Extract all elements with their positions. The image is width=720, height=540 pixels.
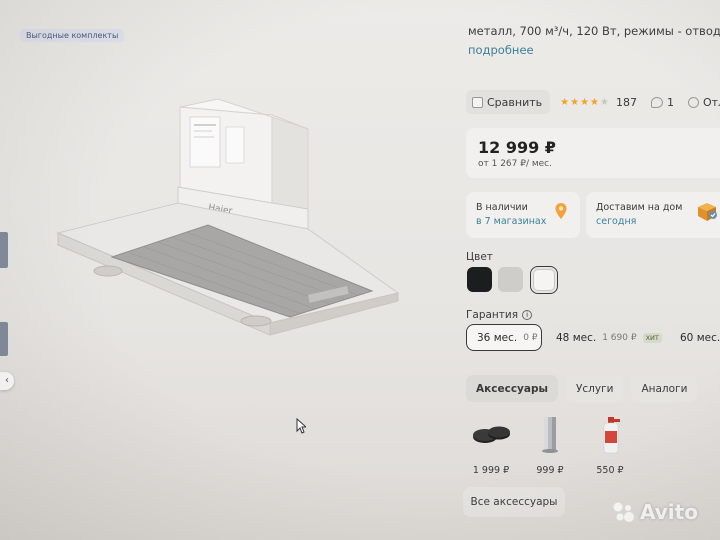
reviews-link[interactable]: Отл [687, 95, 720, 109]
compare-button[interactable]: Сравнить [466, 90, 551, 114]
map-pin-icon [555, 203, 567, 219]
color-label: Цвет [466, 251, 493, 263]
availability-title: В наличии [476, 202, 528, 213]
availability-stores[interactable]: в 7 магазинах [476, 216, 546, 227]
star-icon: ★ [590, 96, 599, 108]
price: 12 999 ₽ [478, 138, 556, 157]
product-image: Haier [56, 98, 400, 336]
comments-link[interactable]: 1 [650, 95, 674, 109]
accessory-price: 550 ₽ [596, 465, 624, 476]
warranty-term: 36 мес. [477, 331, 518, 344]
avito-watermark: Avito [612, 500, 698, 524]
info-icon[interactable]: i [522, 310, 533, 320]
warranty-label-text: Гарантия [466, 309, 519, 321]
delivery-when: сегодня [596, 216, 637, 227]
accessory-tabs: Аксессуары Услуги Аналоги [466, 375, 698, 402]
tab-accessories[interactable]: Аксессуары [466, 375, 558, 402]
all-accessories-button[interactable]: Все аксессуары [463, 487, 565, 517]
star-icon: ★ [580, 96, 590, 108]
availability-card[interactable]: В наличии в 7 магазинах [466, 192, 580, 238]
watermark-text: Avito [640, 500, 698, 524]
left-edge-panel: ‹ [0, 0, 14, 540]
accessory-item[interactable]: 999 ₽ [522, 415, 578, 476]
carbon-filter-icon [473, 426, 510, 443]
comments-count: 1 [666, 95, 674, 109]
hit-badge: ХИТ [642, 332, 662, 343]
more-link[interactable]: подробнее [468, 43, 534, 57]
tab-analogs[interactable]: Аналоги [631, 375, 698, 402]
screen: ‹ Выгодные комплекты Haier металл, 700 м… [0, 0, 720, 540]
warranty-term: 48 мес. [556, 331, 597, 344]
comment-bubble-icon [650, 96, 663, 108]
warranty-term: 60 мес. [680, 331, 720, 344]
mouse-cursor-icon [296, 418, 306, 434]
installment-price[interactable]: от 1 267 ₽/ мес. [478, 159, 552, 169]
gallery-prev-arrow[interactable]: ‹ [0, 372, 14, 390]
star-icon: ★ [600, 96, 609, 108]
warranty-label: Гарантия i [466, 309, 533, 321]
accessory-price: 999 ₽ [536, 465, 564, 476]
star-icon: ★ [560, 96, 570, 108]
color-swatch-white[interactable] [533, 269, 555, 291]
cleaner-spray-icon [603, 417, 620, 454]
warranty-option-48[interactable]: 48 мес. 1 690 ₽ ХИТ [546, 324, 664, 351]
delivery-box-icon [698, 203, 717, 221]
delivery-title: Доставим на дом [596, 202, 683, 213]
tab-services[interactable]: Услуги [566, 375, 624, 402]
reviews-label: Отл [702, 95, 720, 109]
reviews-icon [687, 96, 699, 108]
accessory-item[interactable]: 1 999 ₽ [463, 415, 519, 476]
compare-label: Сравнить [487, 95, 543, 109]
warranty-option-60[interactable]: 60 мес. [670, 324, 720, 351]
action-row: Сравнить ★ ★ ★ ★ ★ 187 1 Отл [466, 89, 720, 115]
price-card: 12 999 ₽ от 1 267 ₽/ мес. [466, 128, 720, 178]
color-swatch-black[interactable] [467, 267, 492, 292]
warranty-price: 1 690 ₽ [602, 332, 637, 343]
rating[interactable]: ★ ★ ★ ★ ★ 187 [560, 96, 637, 109]
warranty-price: 0 ₽ [523, 332, 538, 343]
delivery-card[interactable]: Доставим на дом сегодня [586, 192, 720, 238]
edge-thumbnail[interactable] [0, 322, 8, 356]
compare-checkbox[interactable] [472, 96, 483, 108]
edge-thumbnail[interactable] [0, 232, 8, 268]
accessory-price: 1 999 ₽ [472, 465, 510, 476]
warranty-option-36[interactable]: 36 мес. 0 ₽ [466, 324, 542, 351]
product-description: металл, 700 м³/ч, 120 Вт, режимы - отвод… [468, 24, 720, 38]
color-swatch-grey[interactable] [498, 267, 523, 292]
star-icon: ★ [570, 96, 580, 108]
promo-badge[interactable]: Выгодные комплекты [20, 29, 125, 42]
avito-logo-icon [613, 502, 634, 522]
duct-pipe-icon [542, 417, 558, 453]
accessory-item[interactable]: 550 ₽ [582, 415, 638, 476]
rating-count: 187 [615, 95, 637, 109]
